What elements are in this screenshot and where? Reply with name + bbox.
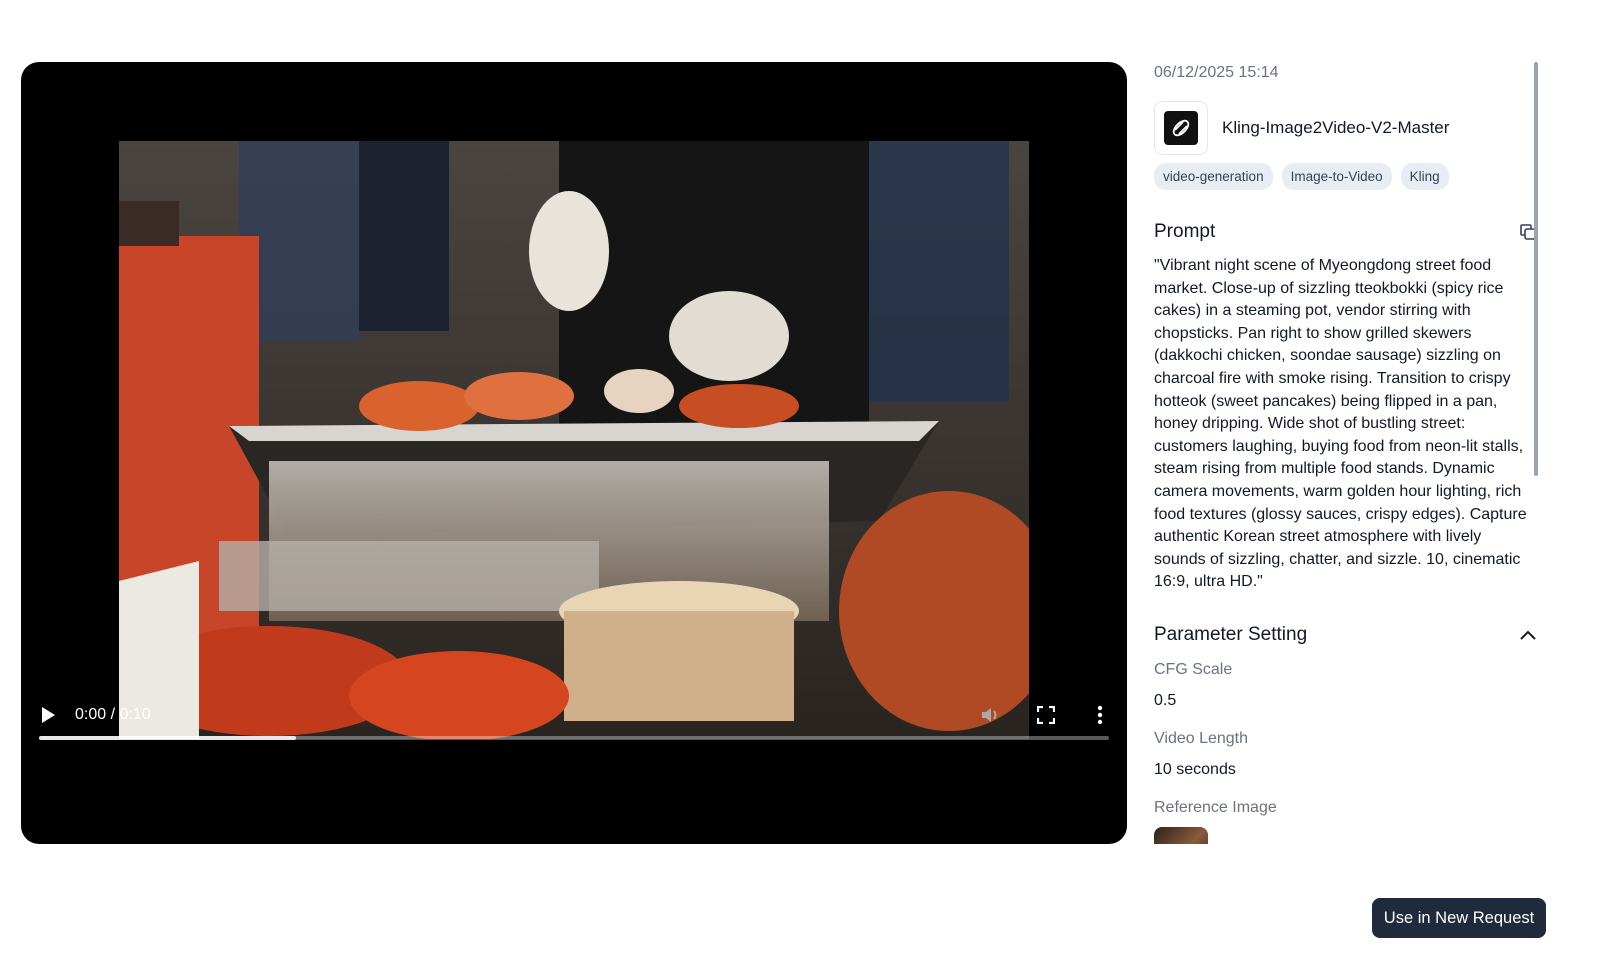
video-length-value: 10 seconds — [1154, 760, 1236, 778]
timestamp: 06/12/2025 15:14 — [1154, 64, 1279, 81]
use-in-new-request-button[interactable]: Use in New Request — [1372, 898, 1546, 938]
more-options-icon[interactable] — [1087, 702, 1113, 728]
reference-image-thumbnail[interactable] — [1154, 826, 1208, 844]
video-controls: 0:00 / 0:10 — [21, 692, 1127, 772]
volume-icon[interactable] — [977, 702, 1003, 728]
parameter-header[interactable]: Parameter Setting — [1154, 624, 1539, 646]
tag-list: video-generation Image-to-Video Kling — [1154, 163, 1539, 190]
parameter-title: Parameter Setting — [1154, 623, 1308, 645]
video-still-image — [119, 141, 1029, 739]
progress-bar[interactable] — [39, 736, 1109, 740]
chevron-up-icon[interactable] — [1517, 624, 1539, 646]
play-icon[interactable] — [35, 702, 61, 728]
reference-image-label: Reference Image — [1154, 798, 1277, 816]
prompt-text: "Vibrant night scene of Myeongdong stree… — [1154, 257, 1527, 591]
model-info: Kling-Image2Video-V2-Master — [1154, 101, 1539, 155]
video-frame[interactable] — [119, 141, 1029, 739]
scrollbar[interactable] — [1534, 62, 1538, 476]
progress-fill — [39, 736, 296, 740]
time-display: 0:00 / 0:10 — [75, 706, 151, 723]
tag-kling[interactable]: Kling — [1400, 163, 1449, 190]
details-panel: 06/12/2025 15:14 Kling-Image2Video-V2-Ma… — [1154, 62, 1539, 844]
fullscreen-icon[interactable] — [1033, 702, 1059, 728]
video-player[interactable]: 0:00 / 0:10 — [21, 62, 1127, 844]
model-name: Kling-Image2Video-V2-Master — [1222, 118, 1450, 137]
cfg-scale-value: 0.5 — [1154, 691, 1177, 709]
video-length-label: Video Length — [1154, 729, 1249, 747]
model-logo-icon — [1154, 101, 1208, 155]
tag-image-to-video[interactable]: Image-to-Video — [1281, 163, 1392, 190]
prompt-header: Prompt — [1154, 221, 1539, 243]
tag-video-generation[interactable]: video-generation — [1154, 163, 1273, 190]
prompt-title: Prompt — [1154, 221, 1216, 242]
cfg-scale-label: CFG Scale — [1154, 660, 1233, 678]
